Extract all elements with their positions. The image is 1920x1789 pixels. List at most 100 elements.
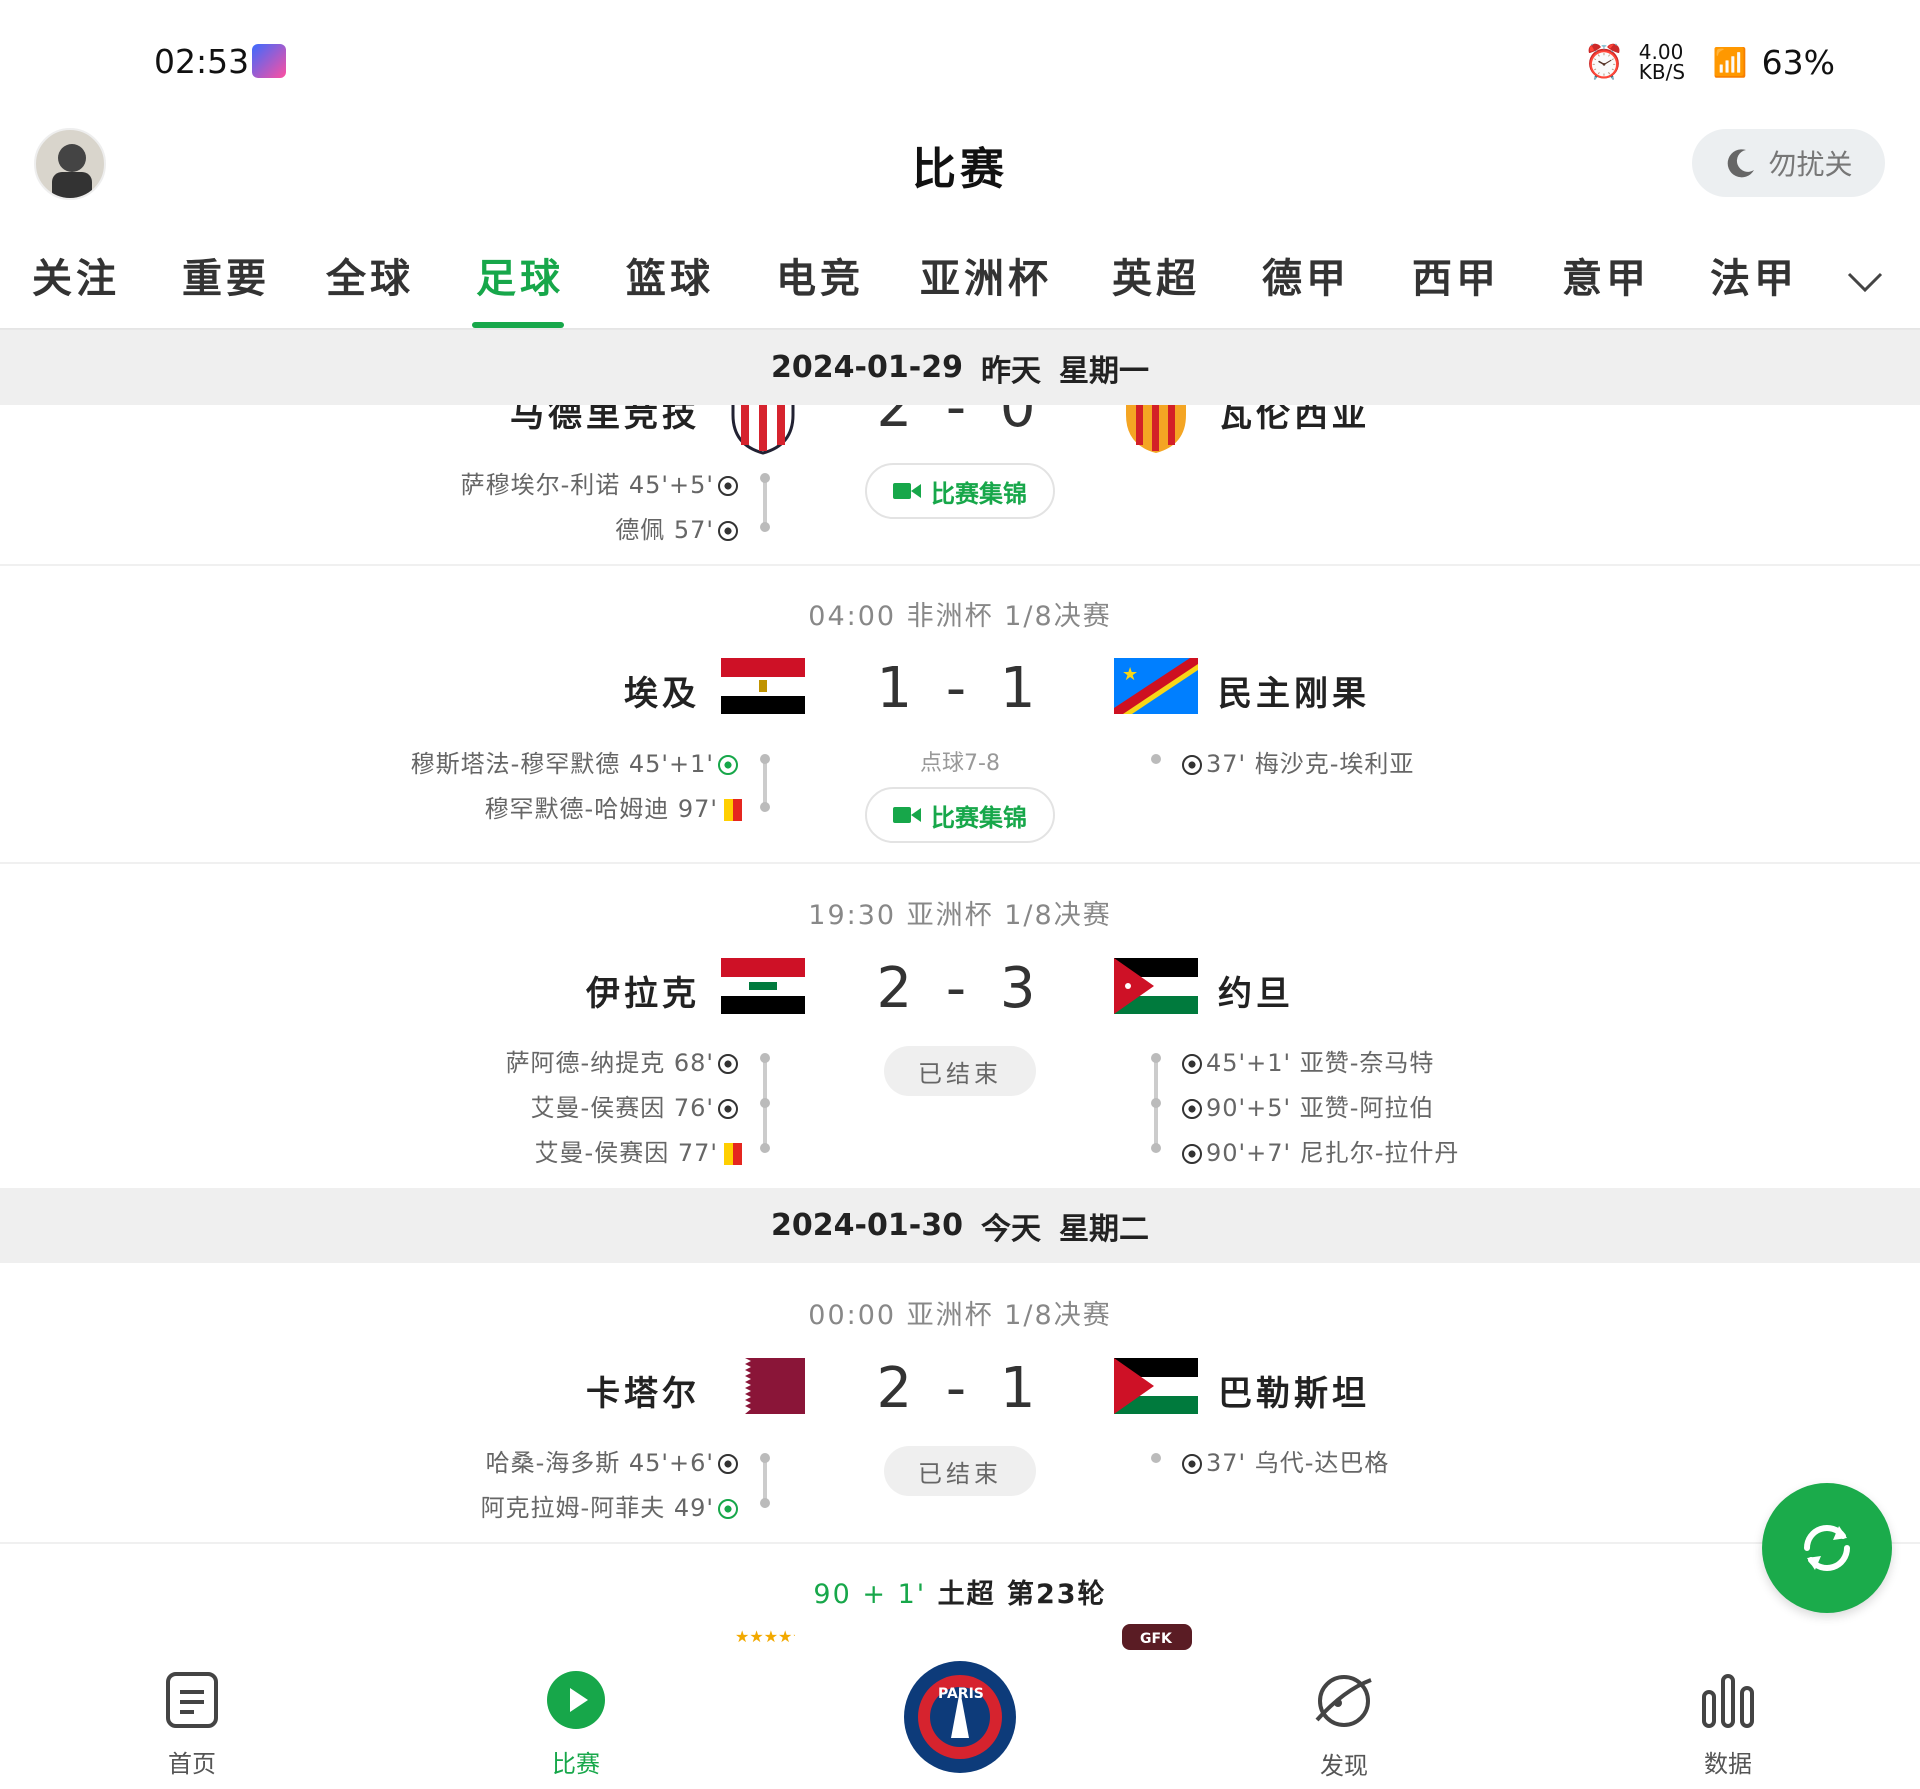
tab-important[interactable]: 重要	[182, 246, 270, 304]
svg-text:PARIS: PARIS	[938, 1686, 984, 1702]
planet-icon	[1315, 1675, 1372, 1727]
tab-ligue-1[interactable]: 法甲	[1710, 246, 1798, 304]
competition-round: 土超 第23轮	[937, 1579, 1107, 1610]
net-speed: 4.00 KB/S	[1638, 40, 1686, 84]
match-score: 1 - 1	[876, 656, 1044, 721]
dr-congo-flag-icon: ★	[1114, 658, 1198, 714]
svg-text:GFK: GFK	[1140, 1631, 1173, 1647]
away-team[interactable]: 民主刚果	[1218, 666, 1518, 715]
highlights-label: 比赛集锦	[931, 803, 1027, 832]
svg-text:★: ★	[1122, 664, 1138, 685]
tab-premier-league[interactable]: 英超	[1112, 246, 1200, 304]
alarm-icon: ⏰	[1583, 42, 1625, 81]
nav-home-label: 首页	[168, 1750, 216, 1778]
tab-follow[interactable]: 关注	[32, 246, 120, 304]
category-tabs: 关注 重要 全球 足球 篮球 电竞 亚洲杯 英超 德甲 西甲 意甲 法甲	[0, 246, 1920, 330]
highlights-button[interactable]: 比赛集锦	[865, 787, 1055, 843]
play-icon	[547, 1671, 605, 1729]
psg-logo: PARIS	[904, 1661, 1016, 1773]
match-meta: 90 + 1' 土超 第23轮	[0, 1572, 1920, 1611]
wifi-icon: 📶	[1712, 45, 1748, 79]
nav-club-center[interactable]: PARIS	[903, 1660, 1017, 1774]
timeline-dot	[1151, 1053, 1161, 1063]
page-title: 比赛	[912, 144, 1008, 195]
goal-icon	[718, 476, 738, 496]
goal-icon	[718, 1099, 738, 1119]
away-event: 37' 乌代-达巴格	[1178, 1443, 1618, 1478]
away-event: 90'+5' 亚赞-阿拉伯	[1178, 1088, 1618, 1123]
video-camera-icon	[893, 483, 921, 499]
home-event: 穆斯塔法-穆罕默德 45'+1'	[302, 744, 742, 779]
timeline-dot	[1151, 1098, 1161, 1108]
away-event: 90'+7' 尼扎尔-拉什丹	[1178, 1133, 1618, 1168]
tab-asian-cup[interactable]: 亚洲杯	[920, 246, 1052, 304]
timeline-dot	[760, 1498, 770, 1508]
penalty-result: 点球7-8	[920, 751, 1000, 776]
tab-basketball[interactable]: 篮球	[626, 246, 714, 304]
svg-text:★★★★★: ★★★★★	[735, 1627, 795, 1646]
egypt-flag-icon	[721, 658, 805, 714]
nav-matches-label: 比赛	[552, 1750, 600, 1778]
event-timeline	[763, 758, 767, 808]
yellow-red-card-icon	[724, 799, 742, 821]
timeline-dot	[1151, 1453, 1161, 1463]
timeline-dot	[760, 473, 770, 483]
match-status-badge: 已结束	[884, 1446, 1036, 1496]
goal-icon	[1182, 755, 1202, 775]
home-team: 马德里竞技	[510, 405, 700, 435]
tab-serie-a[interactable]: 意甲	[1562, 246, 1650, 304]
nav-data-label: 数据	[1704, 1750, 1752, 1778]
home-event: 阿克拉姆-阿菲夫 49'	[302, 1488, 742, 1523]
app-notification-icon	[252, 44, 286, 78]
away-team[interactable]: 约旦	[1218, 966, 1518, 1015]
match-card[interactable]: 马德里竞技 2 - 0 瓦伦西亚 萨穆埃尔-利诺 45'+5' 德佩 57' 比…	[0, 405, 1920, 565]
chevron-down-icon[interactable]	[1845, 262, 1885, 302]
atletico-crest-icon	[731, 405, 795, 455]
nav-matches[interactable]: 比赛	[506, 1670, 646, 1779]
nav-discover-label: 发现	[1320, 1752, 1368, 1780]
timeline-dot	[760, 1053, 770, 1063]
palestine-flag-icon	[1114, 1358, 1198, 1414]
timeline-dot	[760, 802, 770, 812]
match-meta: 19:30 亚洲杯 1/8决赛	[808, 900, 1112, 931]
goal-icon	[1182, 1144, 1202, 1164]
tab-laliga[interactable]: 西甲	[1412, 246, 1500, 304]
home-team[interactable]: 卡塔尔	[400, 1366, 700, 1415]
row-divider	[0, 564, 1920, 566]
row-divider	[0, 1542, 1920, 1544]
timeline-dot	[1151, 1143, 1161, 1153]
home-event: 穆罕默德-哈姆迪 97'	[302, 789, 742, 824]
tab-bundesliga[interactable]: 德甲	[1262, 246, 1350, 304]
stats-icon	[1702, 1674, 1754, 1728]
tab-esports[interactable]: 电竞	[776, 246, 864, 304]
valencia-crest-icon	[1126, 405, 1186, 453]
tab-football[interactable]: 足球	[476, 246, 564, 304]
home-event: 萨穆埃尔-利诺 45'+5'	[302, 465, 742, 500]
nav-discover[interactable]: 发现	[1274, 1670, 1414, 1781]
goal-icon	[718, 1054, 738, 1074]
highlights-button[interactable]: 比赛集锦	[865, 463, 1055, 519]
date-value: 2024-01-30	[771, 1208, 963, 1243]
away-team[interactable]: 巴勒斯坦	[1218, 1366, 1518, 1415]
status-time: 02:53	[154, 42, 250, 81]
date-header: 2024-01-30 今天 星期二	[0, 1188, 1920, 1263]
match-meta: 00:00 亚洲杯 1/8决赛	[808, 1300, 1112, 1331]
timeline-dot	[760, 1098, 770, 1108]
jordan-flag-icon	[1114, 958, 1198, 1014]
home-team[interactable]: 伊拉克	[400, 966, 700, 1015]
refresh-button[interactable]	[1762, 1483, 1892, 1613]
nav-data[interactable]: 数据	[1658, 1670, 1798, 1779]
moon-icon	[1728, 149, 1755, 178]
gfk-crest-icon: GFK	[1122, 1624, 1192, 1650]
date-weekday: 星期一	[1058, 353, 1149, 389]
tab-global[interactable]: 全球	[326, 246, 414, 304]
home-event: 德佩 57'	[302, 510, 742, 545]
do-not-disturb-toggle[interactable]: 勿扰关	[1692, 129, 1885, 197]
goal-icon	[718, 755, 738, 775]
status-indicators: ⏰ 4.00 KB/S 📶 63%	[1584, 42, 1835, 82]
match-score: 2 - 1	[876, 1356, 1044, 1421]
event-timeline	[763, 477, 767, 527]
nav-home[interactable]: 首页	[122, 1670, 262, 1779]
home-team[interactable]: 埃及	[400, 666, 700, 715]
home-event: 哈桑-海多斯 45'+6'	[302, 1443, 742, 1478]
